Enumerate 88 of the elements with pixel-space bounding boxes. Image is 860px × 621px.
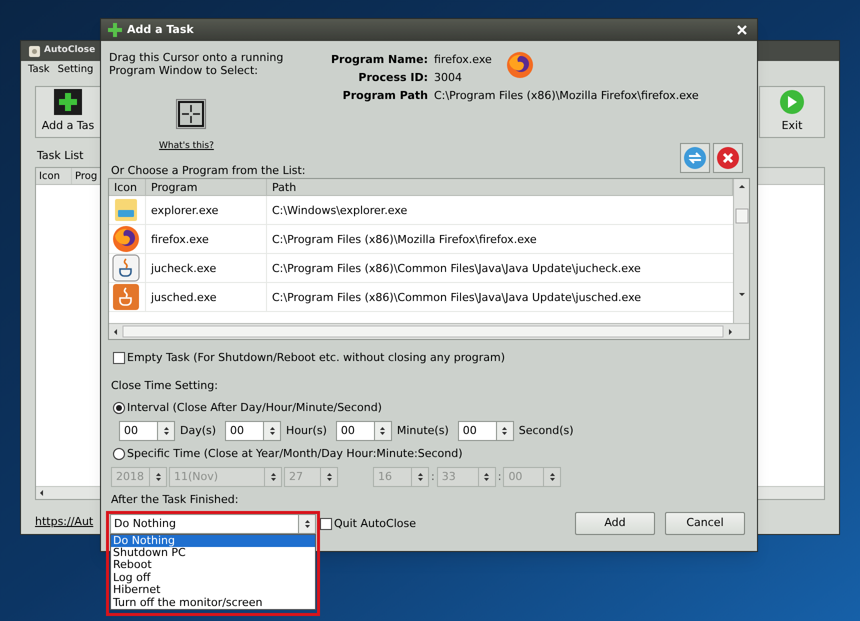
section-label: Task List <box>37 148 84 164</box>
coffee-cup-icon <box>112 283 140 311</box>
radio-label: Interval (Close After Day/Hour/Minute/Second) <box>127 401 382 415</box>
toolbar-button[interactable]: Add a Tas <box>35 86 101 138</box>
menu-item[interactable]: Task <box>28 62 50 77</box>
window-title: Add a Task <box>127 22 195 38</box>
spinner-arrows-icon <box>379 426 386 436</box>
radio-button[interactable] <box>113 448 125 460</box>
dialog-button[interactable]: Add <box>575 512 655 535</box>
dropdown-option[interactable]: Turn off the monitor/screen <box>111 596 315 609</box>
radio-button[interactable] <box>113 402 125 414</box>
unit-label: Hour(s) <box>286 422 327 439</box>
table-cell: firefox.exe <box>146 225 267 253</box>
refresh-button[interactable] <box>680 143 710 173</box>
horizontal-scrollbar[interactable] <box>109 323 749 339</box>
spin-box[interactable]: 00 <box>119 421 175 441</box>
spinner-arrows-icon <box>154 472 162 482</box>
checkbox-label: Quit AutoClose <box>334 516 416 530</box>
plus-icon <box>54 89 82 116</box>
table-cell-text: C:\Windows\explorer.exe <box>271 203 408 219</box>
spinner-arrows-icon <box>501 426 508 436</box>
section-label: After the Task Finished: <box>110 493 240 507</box>
crosshair-target[interactable] <box>176 99 206 129</box>
column-header: Icon <box>109 179 146 195</box>
toolbar-button[interactable]: Exit <box>759 86 825 138</box>
checkbox[interactable] <box>113 352 125 364</box>
table-row[interactable]: jusched.exe C:\Program Files (x86)\Common Files\Java\Java Update\jusched.exe <box>109 283 733 312</box>
globe-icon <box>506 51 534 79</box>
spinner-arrows-icon <box>416 472 424 482</box>
separator-text: : <box>498 468 502 485</box>
vertical-scrollbar[interactable] <box>733 179 749 323</box>
spin-box[interactable]: 00 <box>225 421 282 441</box>
folder-icon <box>112 196 140 224</box>
table-row[interactable]: explorer.exe C:\Windows\explorer.exe <box>109 196 733 225</box>
app-icon <box>29 46 40 56</box>
table-cell-text: C:\Program Files (x86)\Common Files\Java\Java Update\jucheck.exe <box>271 261 642 277</box>
instruction-text: Drag this Cursor onto a running Program Window to Select: <box>109 51 284 77</box>
table-cell: explorer.exe <box>146 196 267 224</box>
checkbox-label: Empty Task (For Shutdown/Reboot etc. without closing any program) <box>127 351 505 365</box>
checkbox[interactable] <box>320 518 332 530</box>
field-label: Process ID: <box>357 70 428 86</box>
window-title: AutoClose <box>44 44 96 58</box>
field-label: Program Path <box>342 88 428 104</box>
dropdown-option[interactable]: Log off <box>111 572 315 584</box>
table-cell: jusched.exe <box>146 283 267 311</box>
spin-box[interactable]: 00 <box>458 421 514 441</box>
radio-label: Specific Time (Close at Year/Month/Day Hour:Minute:Second) <box>127 447 462 461</box>
dropdown-option[interactable]: Do Nothing <box>111 534 315 547</box>
close-list-button[interactable] <box>713 143 743 173</box>
column-header: Icon <box>36 168 72 184</box>
menu-item[interactable]: Setting <box>58 62 94 77</box>
spinner-arrows-icon <box>548 472 556 482</box>
separator-text: : <box>431 468 435 485</box>
refresh-icon <box>683 146 707 170</box>
unit-label: Minute(s) <box>396 422 449 439</box>
spinner-arrows-icon <box>483 472 490 482</box>
section-label: Close Time Setting: <box>110 379 219 393</box>
dropdown-option[interactable]: Hibernet <box>111 584 315 597</box>
arrow-circle-icon <box>779 89 805 116</box>
spinner-arrows-icon <box>304 518 310 528</box>
dropdown-option[interactable]: Reboot <box>111 559 315 572</box>
close-icon <box>737 25 747 35</box>
table-row[interactable]: jucheck.exe C:\Program Files (x86)\Common Files\Java\Java Update\jucheck.exe <box>109 254 733 283</box>
dropdown[interactable]: Do Nothing <box>110 514 316 534</box>
dropdown-option[interactable]: Shutdown PC <box>111 546 315 560</box>
table-cell-text: C:\Program Files (x86)\Mozilla Firefox\firefox.exe <box>271 232 538 248</box>
spinner-arrows-icon <box>162 426 170 436</box>
dialog-button[interactable]: Cancel <box>665 512 745 535</box>
table-cell-text: C:\Program Files (x86)\Common Files\Java\Java Update\jusched.exe <box>271 290 642 306</box>
unit-label: Second(s) <box>518 422 574 439</box>
crosshair-icon <box>178 101 204 127</box>
close-icon <box>716 146 740 170</box>
table-cell: jucheck.exe <box>146 254 267 282</box>
column-header: Program <box>146 179 267 195</box>
field-label: Program Name: <box>330 52 428 68</box>
field-value: 3004 <box>434 70 462 86</box>
field-value: C:\Program Files (x86)\Mozilla Firefox\firefox.exe <box>434 88 699 104</box>
coffee-cup-icon <box>112 254 140 282</box>
spinner-arrows-icon <box>326 472 332 482</box>
table-row[interactable]: firefox.exe C:\Program Files (x86)\Mozilla Firefox\firefox.exe <box>109 225 733 254</box>
unit-label: Day(s) <box>180 422 216 439</box>
spinner-arrows-icon <box>268 426 276 436</box>
globe-icon <box>112 225 140 253</box>
field-value: firefox.exe <box>434 52 492 68</box>
spinner-arrows-icon <box>270 472 276 482</box>
help-link[interactable]: What's this? <box>159 141 214 151</box>
plus-icon <box>108 23 122 37</box>
spin-box[interactable]: 00 <box>336 421 392 441</box>
